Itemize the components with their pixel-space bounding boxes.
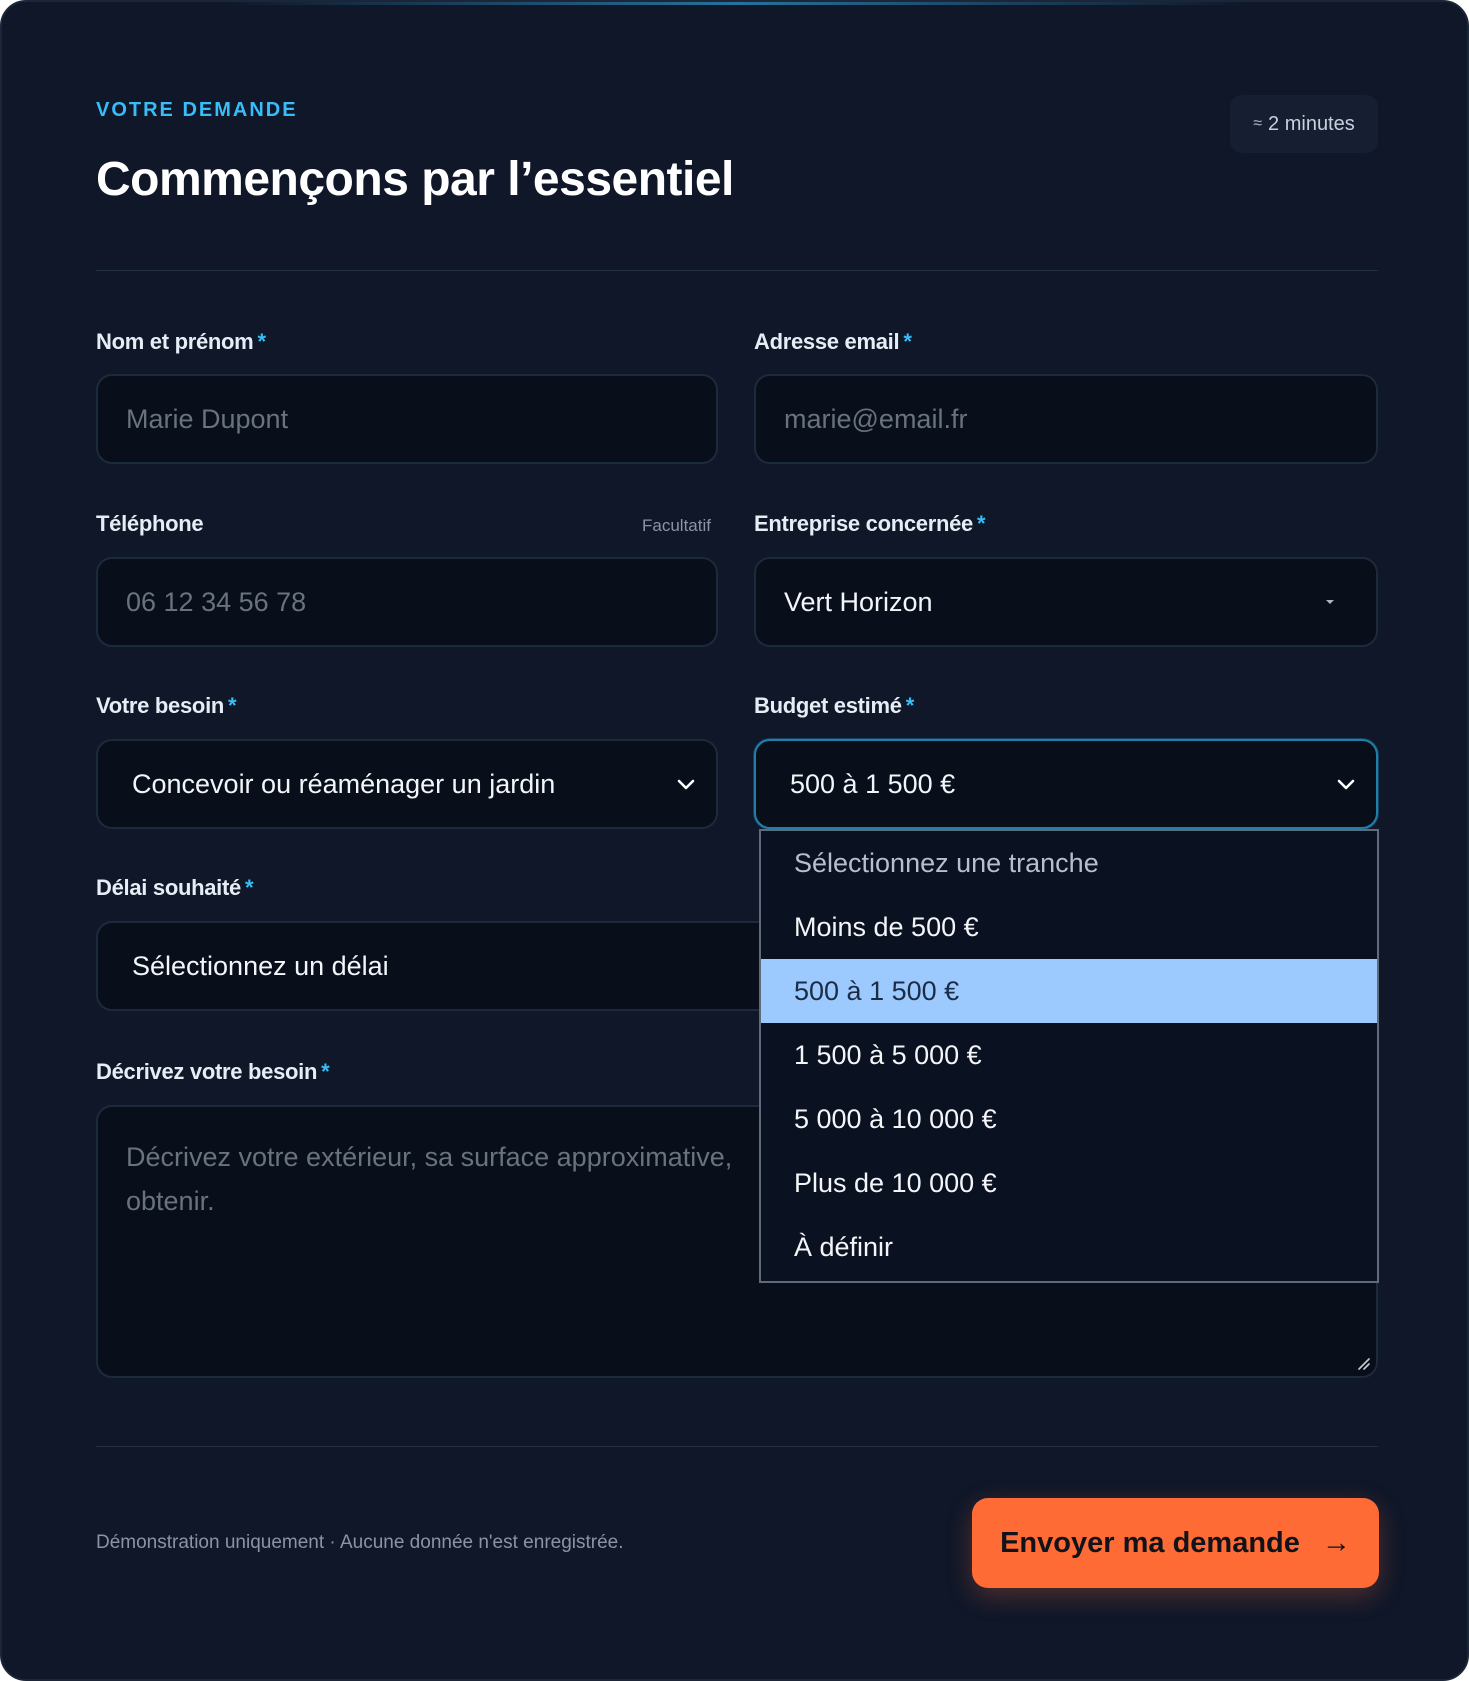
budget-option[interactable]: Plus de 10 000 € xyxy=(761,1151,1377,1215)
budget-option[interactable]: À définir xyxy=(761,1215,1377,1279)
resize-handle-icon[interactable] xyxy=(1356,1356,1370,1370)
budget-label: Budget estimé * xyxy=(754,693,914,719)
chevron-down-icon xyxy=(1337,779,1355,790)
email-label: Adresse email * xyxy=(754,329,912,355)
budget-option-selected[interactable]: 500 à 1 500 € xyxy=(761,959,1377,1023)
footer-divider xyxy=(96,1446,1378,1447)
caret-down-icon xyxy=(1326,600,1334,604)
phone-label: Téléphone xyxy=(96,511,204,537)
description-label-text: Décrivez votre besoin xyxy=(96,1059,318,1084)
budget-value: 500 à 1 500 € xyxy=(790,768,956,799)
phone-optional-hint: Facultatif xyxy=(642,516,711,535)
budget-option[interactable]: Sélectionnez une tranche xyxy=(761,831,1377,895)
name-label: Nom et prénom * xyxy=(96,329,266,355)
name-label-text: Nom et prénom xyxy=(96,329,254,354)
required-marker: * xyxy=(905,693,915,718)
email-label-text: Adresse email xyxy=(754,329,900,354)
phone-placeholder: 06 12 34 56 78 xyxy=(126,586,307,617)
arrow-right-icon: → xyxy=(1321,1526,1351,1559)
phone-input[interactable]: 06 12 34 56 78 xyxy=(96,557,718,647)
phone-label-text: Téléphone xyxy=(96,511,204,536)
company-label: Entreprise concernée * xyxy=(754,511,986,537)
required-marker: * xyxy=(257,329,266,354)
budget-option[interactable]: 5 000 à 10 000 € xyxy=(761,1087,1377,1151)
delay-label: Délai souhaité * xyxy=(96,875,254,901)
need-label-text: Votre besoin xyxy=(96,693,225,718)
company-value: Vert Horizon xyxy=(784,586,933,617)
budget-option[interactable]: 1 500 à 5 000 € xyxy=(761,1023,1377,1087)
page-title: Commençons par l’essentiel xyxy=(96,153,734,206)
budget-select[interactable]: 500 à 1 500 € xyxy=(754,739,1378,829)
delay-value: Sélectionnez un délai xyxy=(132,950,389,981)
company-select[interactable]: Vert Horizon xyxy=(754,557,1378,647)
required-marker: * xyxy=(977,511,986,536)
email-placeholder: marie@email.fr xyxy=(784,403,968,434)
chevron-down-icon xyxy=(677,779,695,790)
description-label: Décrivez votre besoin * xyxy=(96,1059,330,1085)
required-marker: * xyxy=(228,693,237,718)
company-label-text: Entreprise concernée xyxy=(754,511,973,536)
budget-dropdown-list: Sélectionnez une tranche Moins de 500 € … xyxy=(759,829,1379,1283)
top-glow xyxy=(222,2,1252,5)
required-marker: * xyxy=(321,1059,330,1084)
budget-option[interactable]: Moins de 500 € xyxy=(761,895,1377,959)
delay-label-text: Délai souhaité xyxy=(96,875,241,900)
submit-button[interactable]: Envoyer ma demande → xyxy=(972,1498,1379,1588)
name-input[interactable]: Marie Dupont xyxy=(96,374,718,464)
name-placeholder: Marie Dupont xyxy=(126,403,289,434)
required-marker: * xyxy=(903,329,912,354)
submit-label: Envoyer ma demande xyxy=(1000,1526,1300,1559)
header-divider xyxy=(96,270,1378,271)
request-form-card: VOTRE DEMANDE Commençons par l’essentiel… xyxy=(0,0,1469,1681)
need-label: Votre besoin * xyxy=(96,693,237,719)
email-input[interactable]: marie@email.fr xyxy=(754,374,1378,464)
need-value: Concevoir ou réaménager un jardin xyxy=(132,768,556,799)
approx-icon: ≈ xyxy=(1253,115,1263,132)
budget-label-text: Budget estimé xyxy=(754,693,902,718)
required-marker: * xyxy=(244,875,254,900)
section-eyebrow: VOTRE DEMANDE xyxy=(96,99,298,121)
time-estimate-badge: ≈ 2 minutes xyxy=(1230,95,1378,153)
need-select[interactable]: Concevoir ou réaménager un jardin xyxy=(96,739,718,829)
time-estimate-label: 2 minutes xyxy=(1268,112,1355,135)
demo-disclaimer: Démonstration uniquement · Aucune donnée… xyxy=(96,1532,624,1553)
